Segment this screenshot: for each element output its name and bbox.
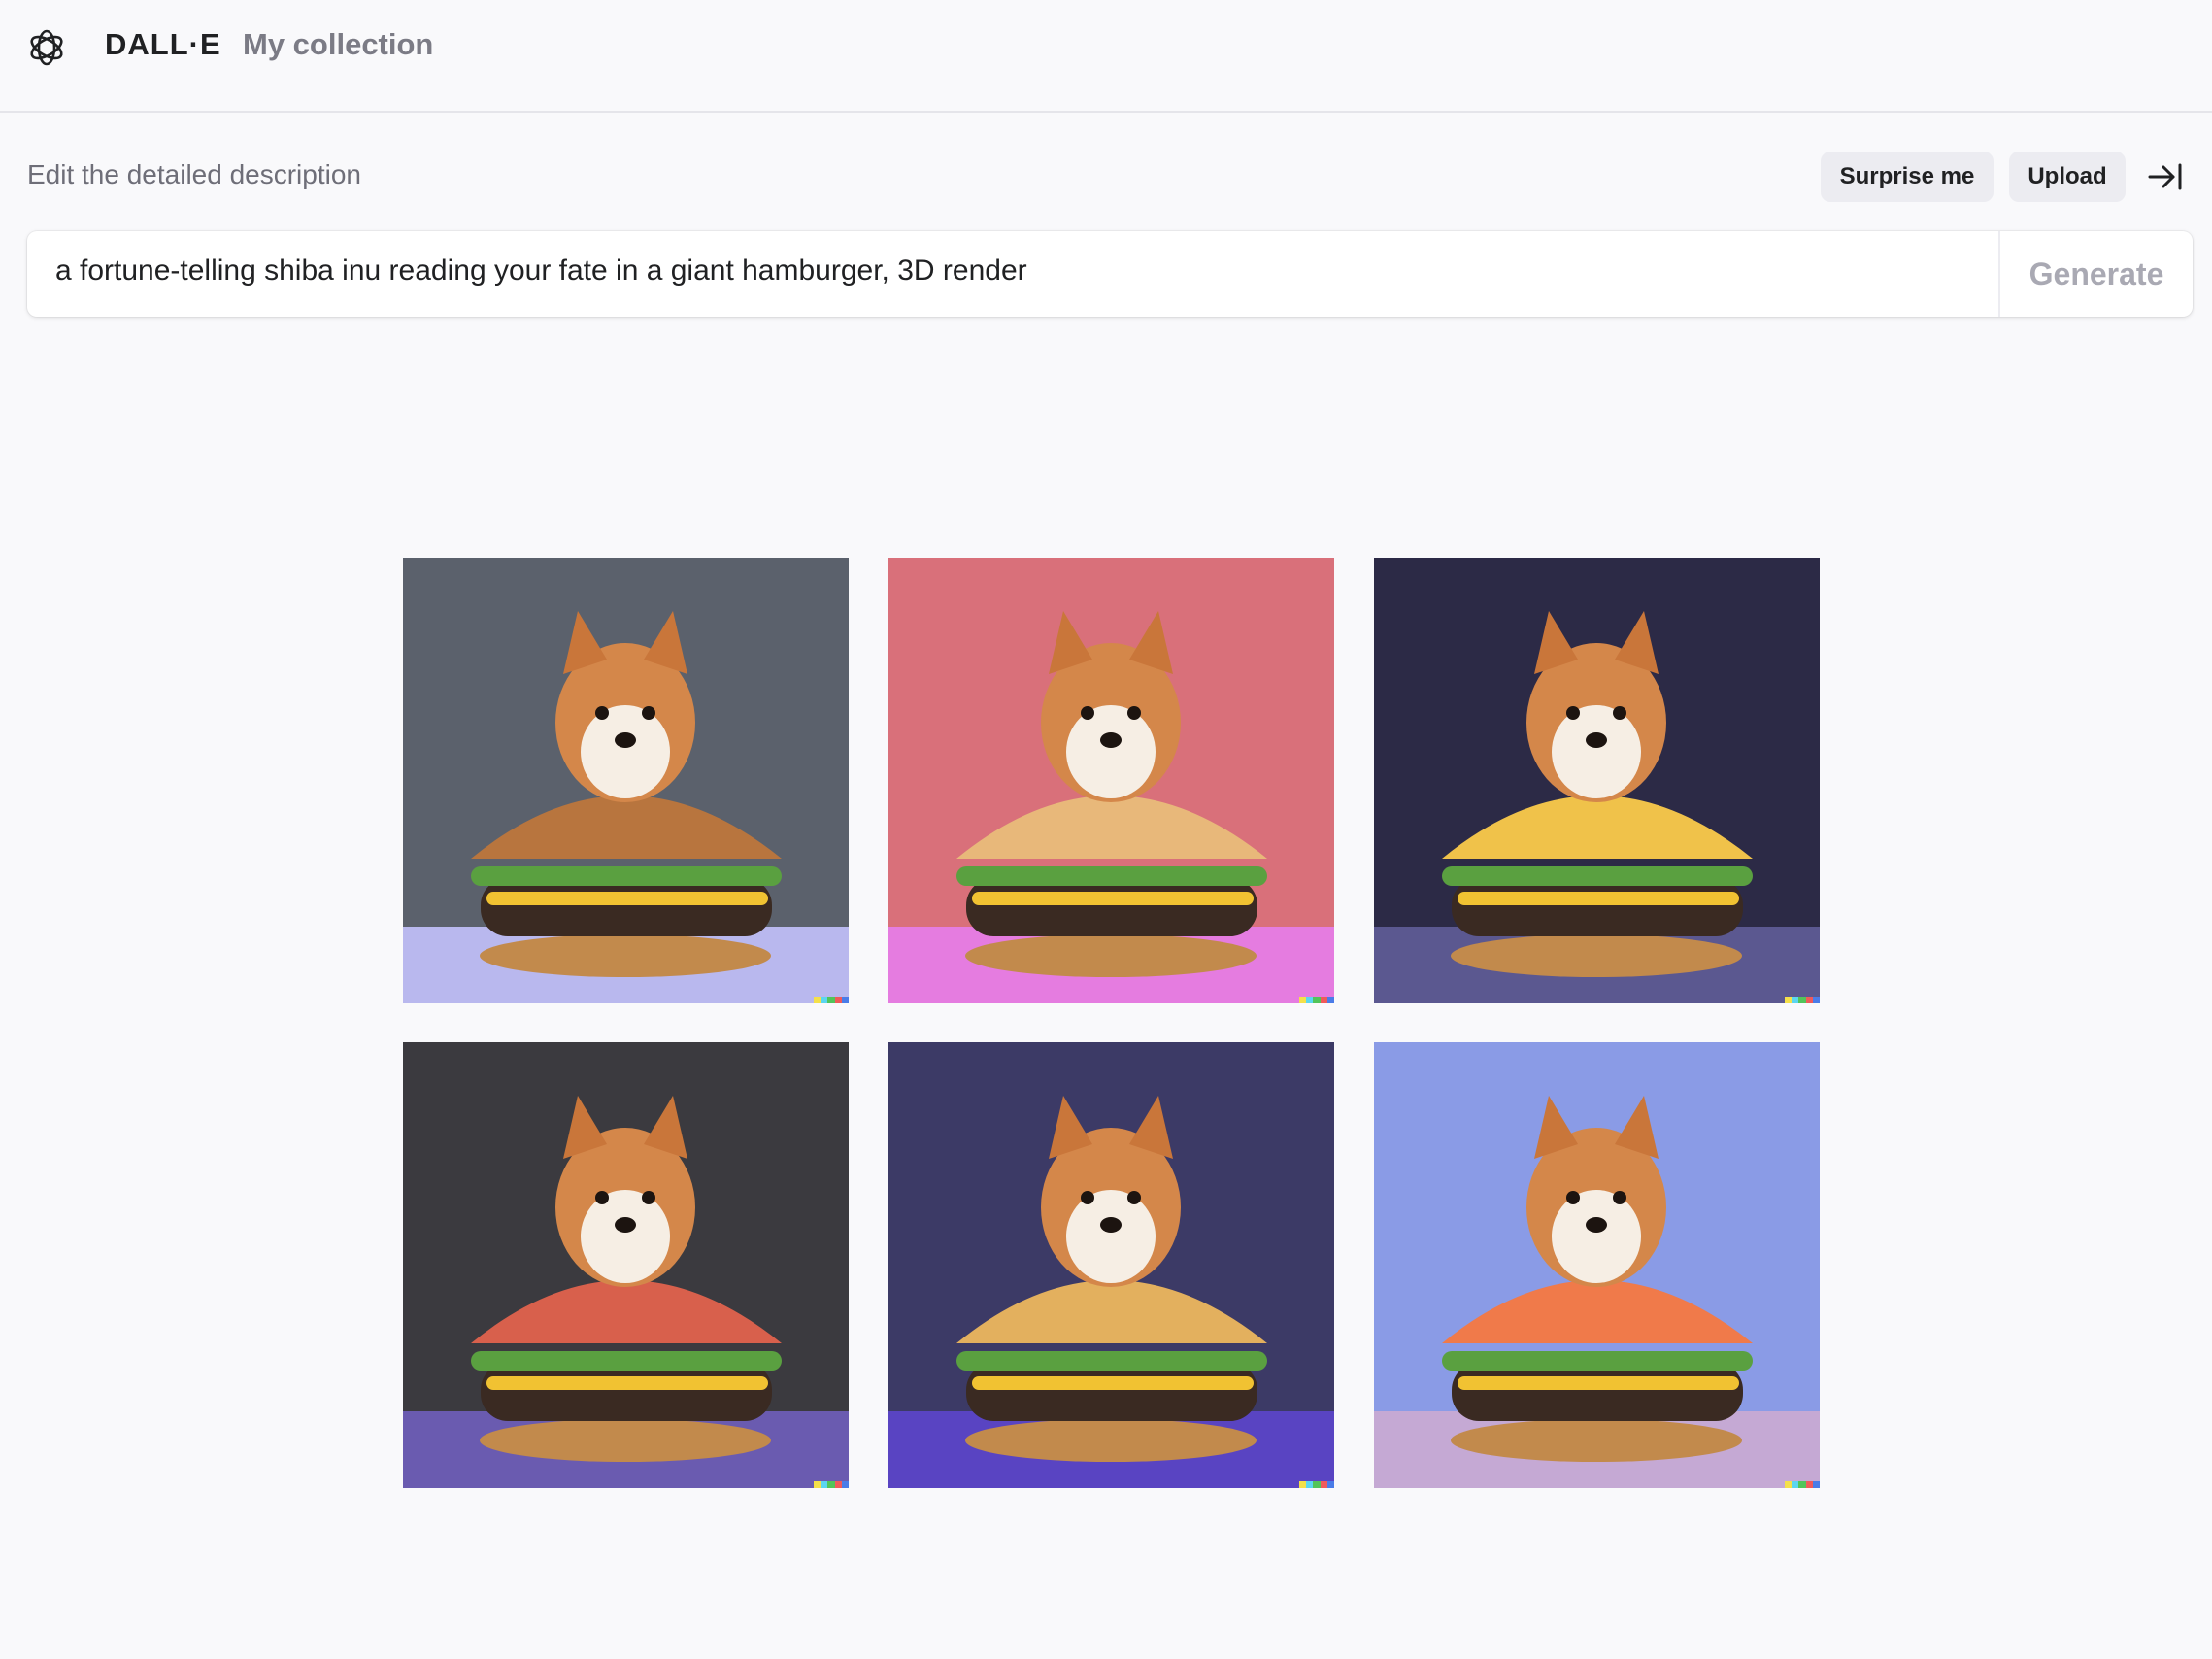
upload-button[interactable]: Upload xyxy=(2009,152,2126,202)
collapse-right-icon[interactable] xyxy=(2146,159,2185,194)
shiba-burger-image xyxy=(403,558,849,1003)
generated-image-1[interactable] xyxy=(403,558,849,1003)
prompt-label: Edit the detailed description xyxy=(27,159,361,189)
generated-image-5[interactable] xyxy=(888,1042,1334,1488)
generated-image-4[interactable] xyxy=(403,1042,849,1488)
openai-logo-icon[interactable] xyxy=(25,26,68,69)
dalle-signature xyxy=(1299,1481,1334,1488)
dalle-signature xyxy=(814,997,849,1003)
prompt-input[interactable]: a fortune-telling shiba inu reading your… xyxy=(55,254,1027,288)
generated-image-2[interactable] xyxy=(888,558,1334,1003)
prompt-input-container: a fortune-telling shiba inu reading your… xyxy=(27,231,2193,317)
shiba-burger-image xyxy=(888,1042,1334,1488)
results-grid xyxy=(403,558,1820,1488)
generate-button[interactable]: Generate xyxy=(2000,231,2193,317)
dalle-signature xyxy=(1785,997,1820,1003)
top-nav: DALL·E My collection xyxy=(0,0,2212,113)
dalle-signature xyxy=(1785,1481,1820,1488)
generated-image-6[interactable] xyxy=(1374,1042,1820,1488)
shiba-burger-image xyxy=(888,558,1334,1003)
brand-title[interactable]: DALL·E xyxy=(105,27,221,62)
generated-image-3[interactable] xyxy=(1374,558,1820,1003)
dalle-signature xyxy=(814,1481,849,1488)
dalle-signature xyxy=(1299,997,1334,1003)
my-collection-link[interactable]: My collection xyxy=(243,27,433,62)
surprise-me-button[interactable]: Surprise me xyxy=(1821,152,1994,202)
shiba-burger-image xyxy=(1374,1042,1820,1488)
shiba-burger-image xyxy=(403,1042,849,1488)
shiba-burger-image xyxy=(1374,558,1820,1003)
